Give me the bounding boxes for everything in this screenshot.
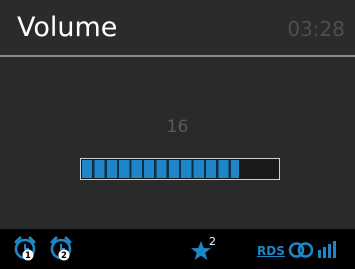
favorite-star-icon: 2	[190, 235, 222, 263]
volume-level-fill	[82, 160, 239, 178]
header-bar: Volume 03:28	[0, 0, 355, 56]
volume-value: 16	[166, 117, 189, 137]
alarm-2-icon: 2	[49, 236, 73, 266]
page-title: Volume	[17, 12, 118, 43]
volume-level-bar[interactable]	[80, 158, 280, 180]
alarm-1-number: 1	[25, 251, 31, 261]
stereo-icon	[288, 241, 314, 263]
header-divider	[0, 55, 355, 57]
clock: 03:28	[287, 17, 345, 41]
alarm-2-number: 2	[61, 251, 67, 261]
signal-strength-icon	[318, 238, 340, 264]
alarm-1-icon: 1	[13, 236, 37, 266]
favorite-number: 2	[209, 235, 216, 248]
rds-icon: RDS	[257, 244, 285, 258]
radio-screen: Volume 03:28 16 1 2 2 RDS	[0, 0, 355, 269]
